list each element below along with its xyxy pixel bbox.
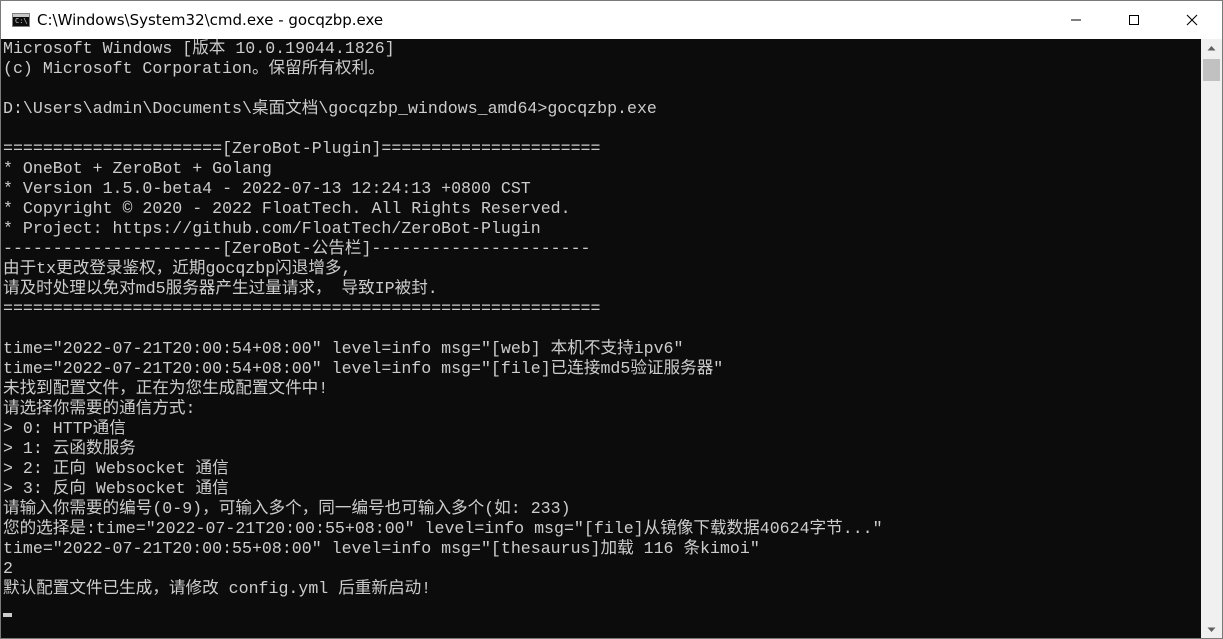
terminal-line: Microsoft Windows [版本 10.0.19044.1826]	[3, 39, 395, 58]
terminal-line: 请选择你需要的通信方式:	[3, 399, 196, 418]
scroll-down-arrow-icon	[1207, 627, 1216, 632]
terminal-line: * OneBot + ZeroBot + Golang	[3, 159, 272, 178]
title-bar[interactable]: C:\ C:\Windows\System32\cmd.exe - gocqzb…	[1, 1, 1222, 39]
minimize-button[interactable]	[1047, 1, 1105, 39]
terminal-line: time="2022-07-21T20:00:55+08:00" level=i…	[3, 539, 760, 558]
vertical-scrollbar[interactable]	[1201, 39, 1222, 638]
terminal-line: (c) Microsoft Corporation。保留所有权利。	[3, 59, 385, 78]
scroll-thumb[interactable]	[1203, 59, 1220, 81]
terminal-line: > 0: HTTP通信	[3, 419, 126, 438]
terminal-line: > 1: 云函数服务	[3, 439, 136, 458]
cmd-icon[interactable]: C:\	[12, 13, 30, 27]
text-cursor	[3, 613, 12, 617]
terminal-line: D:\Users\admin\Documents\桌面文档\gocqzbp_wi…	[3, 99, 657, 118]
close-icon	[1186, 14, 1198, 26]
scroll-down-button[interactable]	[1201, 621, 1222, 638]
terminal-line: 请输入你需要的编号(0-9)，可输入多个，同一编号也可输入多个(如: 233)	[3, 499, 571, 518]
terminal-line: ========================================…	[3, 299, 601, 318]
console-window: C:\ C:\Windows\System32\cmd.exe - gocqzb…	[0, 0, 1223, 639]
terminal-line: > 3: 反向 Websocket 通信	[3, 479, 229, 498]
window-title: C:\Windows\System32\cmd.exe - gocqzbp.ex…	[37, 11, 384, 29]
terminal-output[interactable]: Microsoft Windows [版本 10.0.19044.1826] (…	[1, 39, 1201, 638]
terminal-line: time="2022-07-21T20:00:54+08:00" level=i…	[3, 339, 684, 358]
terminal-line: * Project: https://github.com/FloatTech/…	[3, 219, 541, 238]
terminal-line: ----------------------[ZeroBot-公告栏]-----…	[3, 239, 591, 258]
cmd-icon-glyph: C:\	[15, 17, 28, 25]
terminal-line: 默认配置文件已生成，请修改 config.yml 后重新启动!	[3, 579, 432, 598]
terminal-line: 2	[3, 559, 13, 578]
maximize-icon	[1129, 15, 1139, 25]
terminal-line: 未找到配置文件，正在为您生成配置文件中!	[3, 379, 329, 398]
terminal-line: > 2: 正向 Websocket 通信	[3, 459, 229, 478]
terminal-line: * Version 1.5.0-beta4 - 2022-07-13 12:24…	[3, 179, 531, 198]
scroll-up-arrow-icon	[1207, 45, 1216, 50]
close-button[interactable]	[1163, 1, 1221, 39]
terminal-line: 请及时处理以免对md5服务器产生过量请求， 导致IP被封.	[3, 279, 438, 298]
terminal-line: 您的选择是:time="2022-07-21T20:00:55+08:00" l…	[3, 519, 883, 538]
terminal-line: time="2022-07-21T20:00:54+08:00" level=i…	[3, 359, 724, 378]
terminal-line: 由于tx更改登录鉴权，近期gocqzbp闪退增多,	[3, 259, 352, 278]
minimize-icon	[1071, 19, 1081, 21]
maximize-button[interactable]	[1105, 1, 1163, 39]
terminal-line: ======================[ZeroBot-Plugin]==…	[3, 139, 601, 158]
terminal-line: * Copyright © 2020 - 2022 FloatTech. All…	[3, 199, 571, 218]
scroll-up-button[interactable]	[1201, 39, 1222, 56]
